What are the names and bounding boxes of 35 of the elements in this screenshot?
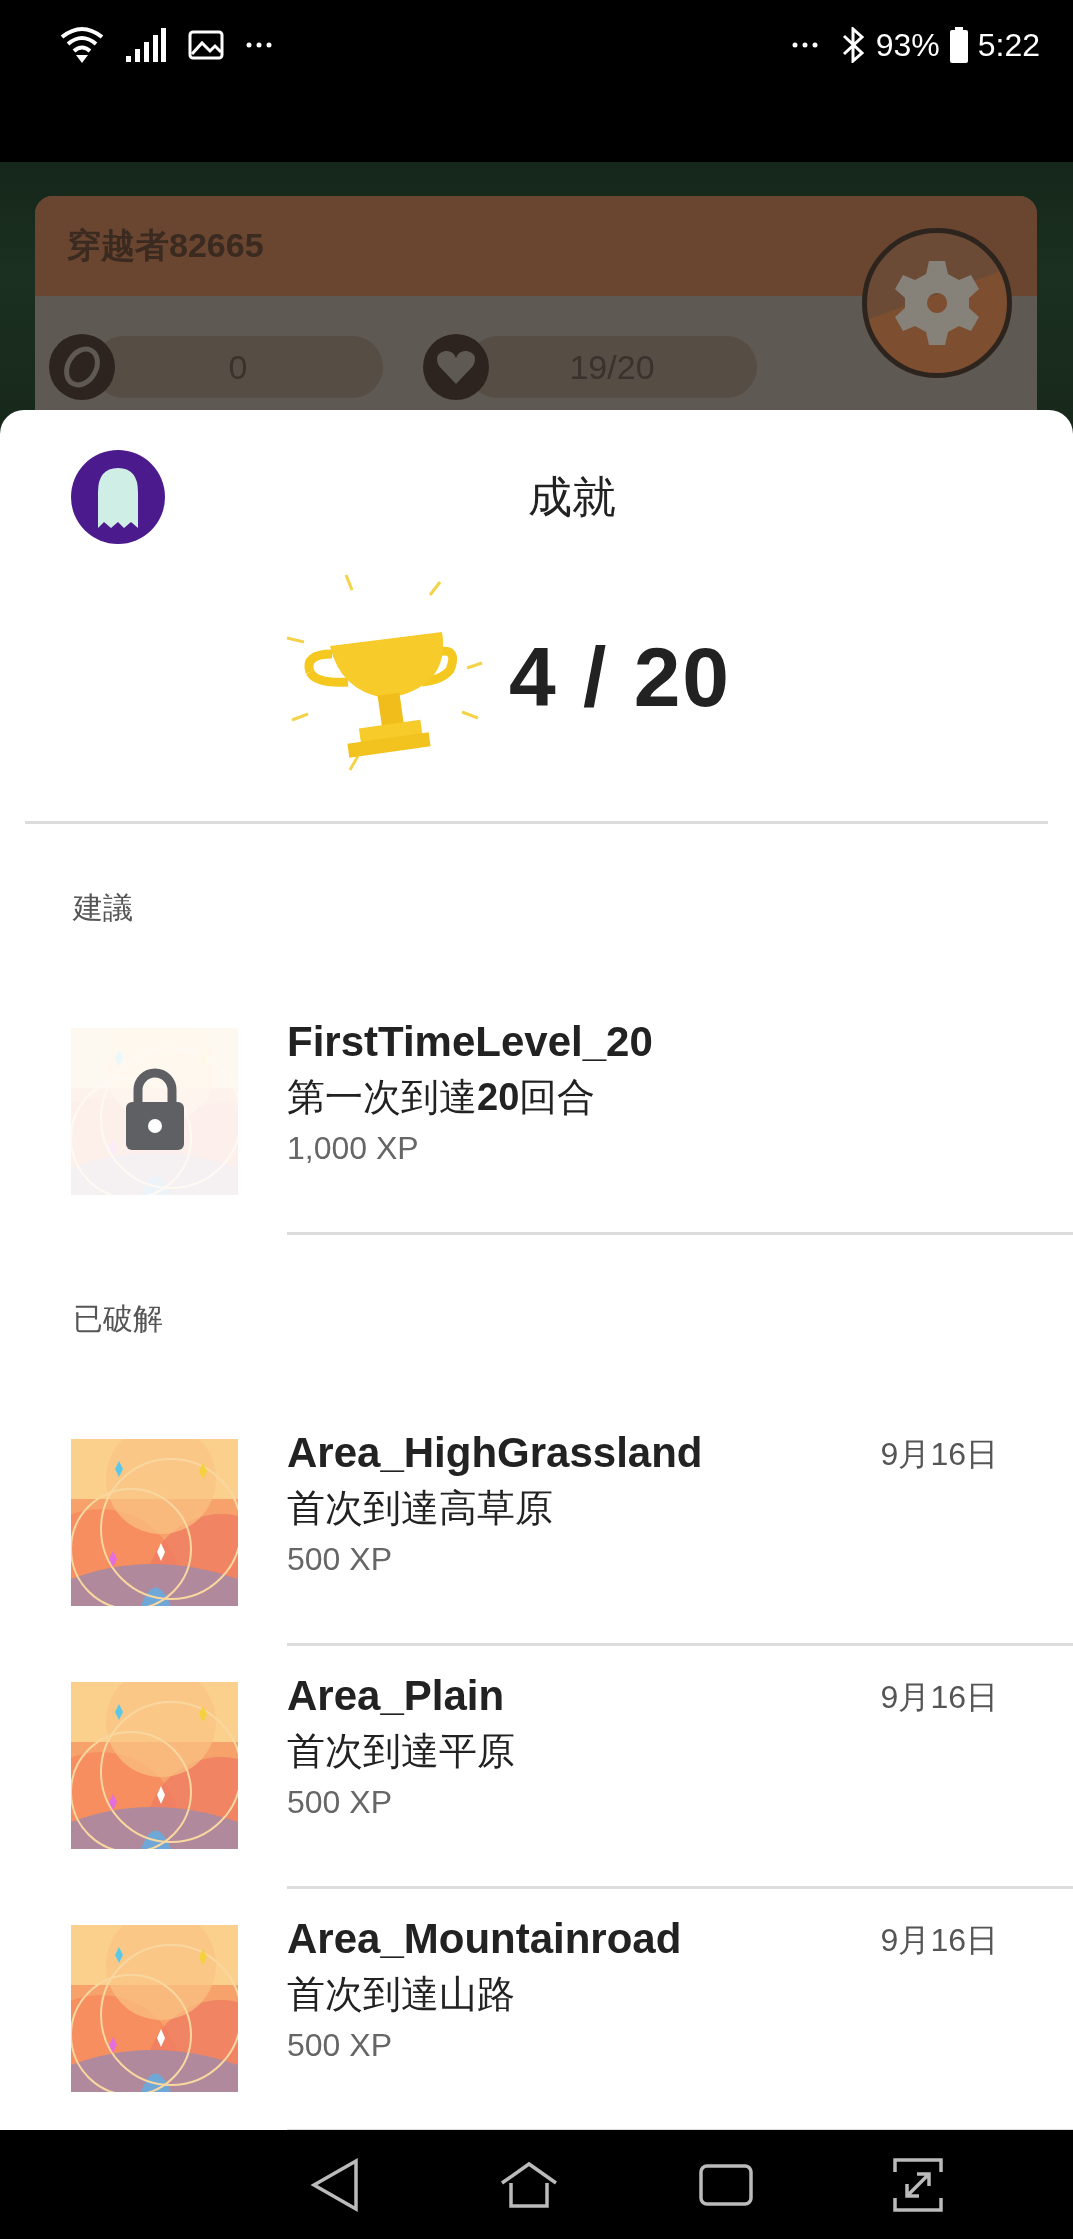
sheet-title: 成就 <box>528 470 616 523</box>
avatar-icon <box>71 450 165 544</box>
achievement-name: Area_HighGrassland <box>287 1428 704 1478</box>
section-label: 建議 <box>73 889 133 926</box>
achievement-name: Area_Plain <box>287 1671 506 1721</box>
signal-icon <box>126 28 166 62</box>
lock-icon <box>126 1068 184 1150</box>
more-icon <box>246 42 272 48</box>
wifi-icon <box>60 25 104 65</box>
unlock-date: 9月16日 <box>880 1921 998 1960</box>
recent-apps-icon[interactable] <box>698 2163 753 2206</box>
home-icon[interactable] <box>500 2160 559 2209</box>
xp-reward: 500 XP <box>287 2026 393 2065</box>
bluetooth-icon <box>841 27 866 63</box>
expand-icon[interactable] <box>892 2157 943 2212</box>
achievement-description: 首次到達山路 <box>287 1972 516 2017</box>
achievement-count: 4 / 20 <box>508 629 732 726</box>
xp-reward: 1,000 XP <box>287 1129 420 1168</box>
achievement-description: 首次到達高草原 <box>287 1486 554 1531</box>
xp-reward: 500 XP <box>287 1540 393 1579</box>
battery-percent: 93% <box>875 26 940 64</box>
battery-icon <box>949 27 968 63</box>
achievement-description: 首次到達平原 <box>287 1729 516 1774</box>
achievement-name: FirstTimeLevel_20 <box>287 1017 654 1067</box>
xp-reward: 500 XP <box>287 1783 393 1822</box>
image-icon <box>188 30 224 60</box>
coin-icon <box>49 334 115 400</box>
section-label: 已破解 <box>73 1300 163 1337</box>
achievement-name: Area_Mountainroad <box>287 1914 683 1964</box>
unlock-date: 9月16日 <box>880 1435 998 1474</box>
unlock-date: 9月16日 <box>880 1678 998 1717</box>
clock: 5:22 <box>977 26 1040 64</box>
back-icon[interactable] <box>310 2157 361 2212</box>
achievement-description: 第一次到達20回合 <box>287 1075 597 1120</box>
more-icon <box>791 42 818 48</box>
